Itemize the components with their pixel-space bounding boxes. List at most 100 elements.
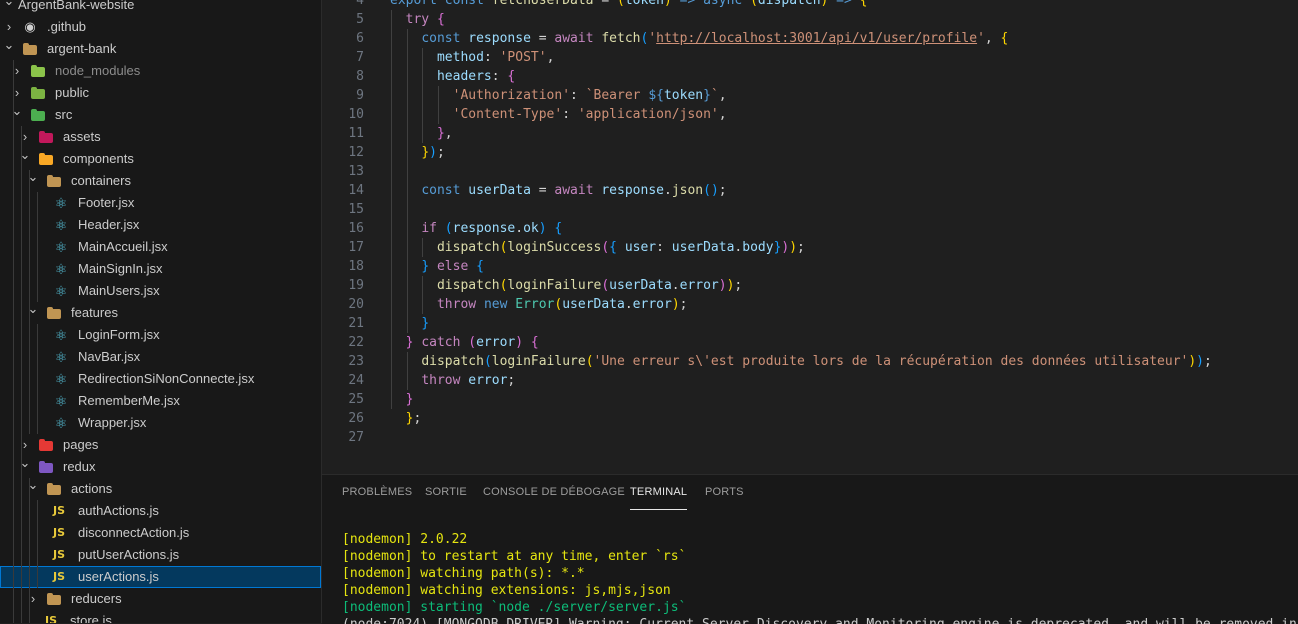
file-item[interactable]: JS store.js [0,610,321,623]
tree-item-label: Header.jsx [78,217,140,232]
code-editor[interactable]: 4 export const fetchUserData = (token) =>… [322,0,1298,473]
code-token: : [483,50,500,65]
tab-problèmes[interactable]: PROBLÈMES [342,486,412,498]
code-text: const userData = await response.json(); [421,181,726,200]
tree-item-label: reducers [71,591,122,606]
folder-item[interactable]: ⌄ actions [0,477,321,500]
folder-item[interactable]: ⌄ redux [0,455,321,478]
file-item[interactable]: ⚛ MainAccueil.jsx [0,236,321,258]
indent-guide [391,86,392,105]
code-token: } [436,126,445,141]
line-number: 4 [356,0,364,8]
file-item[interactable]: ⚛ MainSignIn.jsx [0,258,321,280]
chevron-down-icon[interactable]: ⌄ [18,452,32,474]
line-number: 7 [356,50,364,65]
file-item[interactable]: ⚛ Wrapper.jsx [0,412,321,434]
code-token: dispatch [436,278,500,293]
file-item[interactable]: ⚛ MainUsers.jsx [0,280,321,302]
code-token: ) [789,240,798,255]
tree-item-label: features [71,305,118,320]
indent-guide [29,390,30,412]
folder-item[interactable]: ⌄ src [0,103,321,126]
indent-guide [21,412,22,434]
indent-guide [391,105,392,124]
file-item[interactable]: ⚛ RedirectionSiNonConnecte.jsx [0,368,321,390]
file-item[interactable]: JS authActions.js [0,500,321,522]
folder-item[interactable]: ⌄ argent-bank [0,37,321,60]
chevron-down-icon[interactable]: ⌄ [10,100,24,122]
code-token: fetchUserData [491,0,594,8]
code-token: loginFailure [507,278,602,293]
tab-terminal[interactable]: TERMINAL [630,486,688,510]
code-token: ; [734,278,743,293]
chevron-right-icon[interactable]: › [26,588,40,610]
indent-guide [391,219,392,238]
folder-item[interactable]: › public [0,82,321,104]
code-token: userData [562,297,625,312]
tab-sortie[interactable]: SORTIE [425,486,467,498]
folder-item[interactable]: ⌄ ArgentBank-website [0,0,321,16]
code-token: ) [538,221,547,236]
code-token: : [656,240,672,255]
indent-guide [13,236,14,258]
folder-item[interactable]: ⌄ components [0,147,321,170]
file-item[interactable]: ⚛ LoginForm.jsx [0,324,321,346]
indent-guide [29,544,30,566]
line-number: 16 [348,221,364,236]
chevron-down-icon[interactable]: ⌄ [26,166,40,188]
indent-guide [21,500,22,522]
file-item[interactable]: JS putUserActions.js [0,544,321,566]
tree-item-label: Wrapper.jsx [78,415,147,430]
indent-guide [391,143,392,162]
code-token: . [515,221,524,236]
code-token: const [421,183,469,198]
code-token: { [530,335,539,350]
indent-guide [391,29,392,48]
folder-item[interactable]: › assets [0,126,321,148]
code-token: response [601,183,664,198]
file-item[interactable]: ⚛ Header.jsx [0,214,321,236]
file-item[interactable]: ⚛ NavBar.jsx [0,346,321,368]
folder-item[interactable]: › reducers [0,588,321,610]
indent-guide [13,148,14,170]
code-token: ( [483,354,492,369]
code-token: { [609,240,617,255]
code-token: http://localhost:3001/api/v1/user/profil… [656,31,978,46]
folder-icon [30,108,46,122]
code-token: = [530,31,555,46]
code-token: token [624,0,664,8]
folder-item[interactable]: › node_modules [0,60,321,82]
code-line: 22} catch (error) { [322,333,1298,352]
code-token: { [476,259,484,274]
file-item[interactable]: JS userActions.js [0,566,321,588]
code-token: error [476,335,516,350]
folder-item[interactable]: › ◉ .github [0,16,321,38]
code-token: = [593,0,617,8]
code-token: loginFailure [491,354,586,369]
file-item[interactable]: JS disconnectAction.js [0,522,321,544]
chevron-down-icon[interactable]: ⌄ [26,298,40,320]
tab-console-de-débogage[interactable]: CONSOLE DE DÉBOGAGE [483,486,625,498]
folder-item[interactable]: ⌄ containers [0,169,321,192]
folder-item[interactable]: › pages [0,434,321,456]
code-token: ( [601,278,610,293]
indent-guide [391,276,392,295]
terminal-output[interactable]: [nodemon] 2.0.22 [nodemon] to restart at … [342,531,1297,624]
folder-icon [30,64,46,78]
tree-item-label: argent-bank [47,41,117,56]
code-token: ( [444,221,453,236]
file-item[interactable]: ⚛ Footer.jsx [0,192,321,214]
tree-item-label: src [55,107,73,122]
chevron-down-icon[interactable]: ⌄ [2,0,16,12]
folder-item[interactable]: ⌄ features [0,301,321,324]
chevron-down-icon[interactable]: ⌄ [18,144,32,166]
chevron-down-icon[interactable]: ⌄ [2,34,16,56]
file-item[interactable]: ⚛ RememberMe.jsx [0,390,321,412]
chevron-right-icon[interactable]: › [10,60,24,82]
tab-ports[interactable]: PORTS [705,486,744,498]
chevron-down-icon[interactable]: ⌄ [26,474,40,496]
code-token: 'Une erreur s\'est produite lors de la r… [593,354,1189,369]
code-token: ) [1196,354,1204,369]
